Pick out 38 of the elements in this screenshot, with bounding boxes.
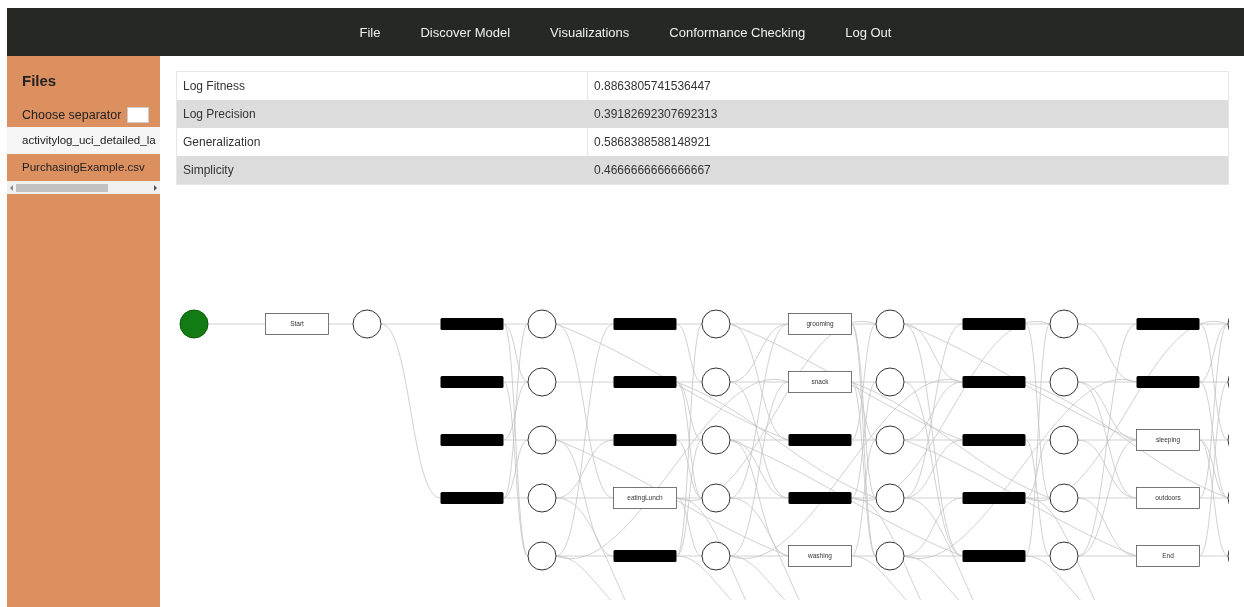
metric-name-cell-text: Log Precision [182, 106, 257, 123]
nav-menu-item[interactable]: Discover Model [407, 18, 524, 46]
silent-transition-node [440, 492, 504, 504]
silent-transition-node [962, 492, 1026, 504]
silent-transition-node [440, 318, 504, 330]
nav-menu-item[interactable]: Log Out [832, 18, 905, 46]
silent-transition-node [1136, 376, 1200, 388]
silent-transition-node [788, 434, 852, 446]
metric-value-cell-text: 0.4666666666666667 [593, 162, 712, 179]
scroll-left-icon[interactable] [10, 184, 13, 191]
metric-value-cell-text: 0.8863805741536447 [593, 78, 712, 95]
silent-transition-node [613, 434, 677, 446]
file-list-item[interactable]: PurchasingExample.csv [7, 154, 160, 181]
silent-transition-node [613, 376, 677, 388]
silent-transition-node [962, 376, 1026, 388]
silent-transition-node [440, 434, 504, 446]
separator-input-field[interactable] [127, 107, 150, 123]
nav-menu-item[interactable]: File [346, 18, 394, 46]
sidebar-title: Files [21, 71, 58, 91]
horizontal-scrollbar[interactable] [7, 181, 160, 194]
separator-label: Choose separator [22, 108, 122, 122]
silent-transition-node [613, 550, 677, 562]
metric-value-cell-text: 0.39182692307692313 [593, 106, 719, 123]
silent-transition-node [962, 318, 1026, 330]
file-list-item[interactable]: activitylog_uci_detailed_la [7, 127, 160, 154]
silent-transition-node [440, 376, 504, 388]
scrollbar-thumb[interactable] [16, 183, 108, 192]
silent-transition-node [788, 492, 852, 504]
metric-value-cell-text: 0.5868388588148921 [593, 134, 712, 151]
metric-name-cell-text: Simplicity [182, 162, 235, 179]
silent-transition-node [962, 434, 1026, 446]
scroll-right-icon[interactable] [154, 184, 157, 191]
nav-menu-item[interactable]: Visualizations [537, 18, 643, 46]
nav-menu-item[interactable]: Conformance Checking [656, 18, 819, 46]
silent-transition-node [1136, 318, 1200, 330]
silent-transition-node [613, 318, 677, 330]
source-place-node [179, 309, 209, 339]
silent-transition-node [962, 550, 1026, 562]
